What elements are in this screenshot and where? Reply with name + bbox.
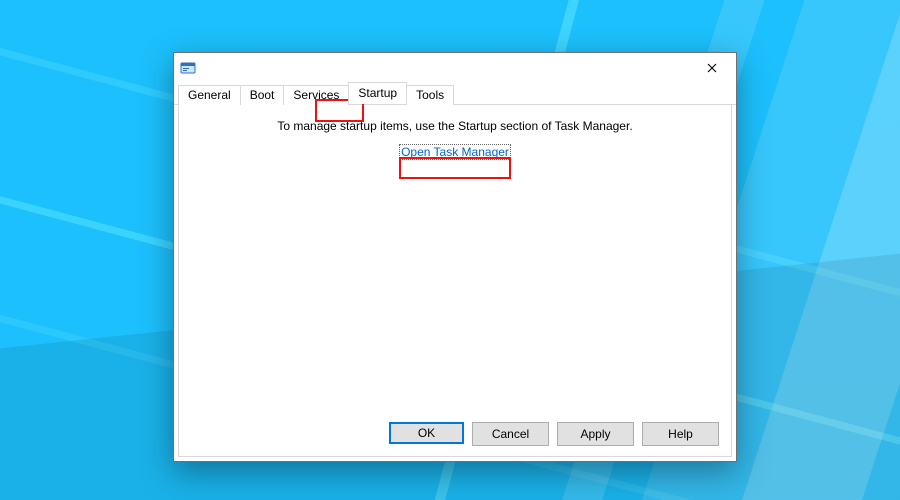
close-icon [707, 63, 717, 73]
help-button[interactable]: Help [642, 422, 719, 446]
title-left [180, 60, 202, 76]
tab-startup[interactable]: Startup [348, 82, 407, 104]
app-icon [180, 60, 196, 76]
tab-strip: General Boot Services Startup Tools [174, 83, 736, 105]
tab-panel-startup: To manage startup items, use the Startup… [178, 105, 732, 457]
tab-general[interactable]: General [178, 85, 241, 105]
msconfig-window: General Boot Services Startup Tools To m… [173, 52, 737, 462]
cancel-button[interactable]: Cancel [472, 422, 549, 446]
apply-button[interactable]: Apply [557, 422, 634, 446]
tab-services[interactable]: Services [283, 85, 349, 105]
desktop-wallpaper: General Boot Services Startup Tools To m… [0, 0, 900, 500]
startup-message: To manage startup items, use the Startup… [179, 119, 731, 133]
tab-tools[interactable]: Tools [406, 85, 454, 105]
tab-boot[interactable]: Boot [240, 85, 285, 105]
open-task-manager-link[interactable]: Open Task Manager [399, 144, 511, 160]
close-button[interactable] [689, 54, 734, 82]
dialog-button-row: OK Cancel Apply Help [389, 422, 719, 446]
link-row: Open Task Manager [179, 145, 731, 159]
titlebar[interactable] [174, 53, 736, 83]
ok-button[interactable]: OK [389, 422, 464, 444]
